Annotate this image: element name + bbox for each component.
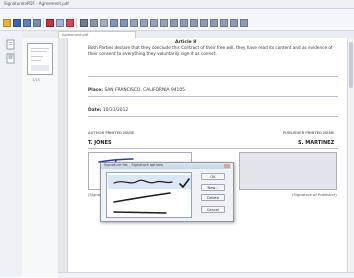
- author-printed-label: AUTHOR PRINTED NAME: [88, 130, 135, 135]
- app-window: SignatureInPDF - Agreement.pdf File Edit…: [0, 0, 354, 278]
- toolbar: [0, 16, 354, 31]
- zoom-icon[interactable]: [80, 19, 88, 27]
- sign-pen-icon[interactable]: [46, 19, 54, 27]
- new-button-label: New...: [207, 186, 219, 190]
- dialog-close-icon[interactable]: [224, 164, 230, 168]
- dialog-title: Signature list - Signature options: [104, 163, 164, 167]
- page-icon[interactable]: [100, 19, 108, 27]
- vertical-scrollbar[interactable]: [347, 38, 354, 277]
- save-icon[interactable]: [13, 19, 21, 27]
- date-value: 10/31/2012: [102, 108, 129, 113]
- save-as-icon[interactable]: [23, 19, 31, 27]
- delete-button-label: Delete: [207, 196, 219, 200]
- thumb-text-line: [31, 51, 47, 52]
- ok-button-label: OK: [210, 175, 216, 179]
- signature-list-item-selected[interactable]: [108, 175, 191, 189]
- signature-dialog: Signature list - Signature options OK Ne…: [100, 162, 234, 222]
- publisher-signature-caption: (Signature of Publisher): [292, 192, 337, 197]
- date-label: Date:: [88, 108, 102, 113]
- place-value: SAN FRANCISCO, CALIFORNIA 94105: [104, 88, 185, 93]
- certificate-icon[interactable]: [66, 19, 74, 27]
- cancel-button[interactable]: Cancel: [201, 206, 225, 213]
- window-controls: [325, 1, 352, 16]
- fit-width-icon[interactable]: [190, 19, 198, 27]
- next-page-icon[interactable]: [150, 19, 158, 27]
- dialog-title-bar: Signature list - Signature options: [101, 163, 231, 169]
- thumb-signature-area: [31, 65, 49, 71]
- agreement-paragraph: Both Parties declare that they conclude …: [88, 45, 333, 56]
- open-folder-icon[interactable]: [3, 19, 11, 27]
- checkmark-icon: [179, 178, 190, 188]
- first-page-icon[interactable]: [130, 19, 138, 27]
- page-number-label: 1/15: [32, 78, 40, 82]
- menu-bar: File Edit View Tools Help: [0, 9, 354, 25]
- thumb-text-line: [31, 48, 49, 49]
- left-sidebar: [0, 31, 23, 277]
- publisher-signature-box[interactable]: [239, 152, 337, 190]
- signature-list-item[interactable]: [108, 204, 191, 218]
- previous-page-icon[interactable]: [140, 19, 148, 27]
- new-button[interactable]: New...: [201, 184, 225, 191]
- pages-panel-icon[interactable]: [5, 35, 16, 50]
- place-field: Place: SAN FRANCISCO, CALIFORNIA 94105: [88, 88, 185, 93]
- signature-preview: [113, 178, 190, 188]
- divider: [88, 116, 338, 117]
- signature-list: [106, 172, 192, 218]
- layout-icon[interactable]: [240, 19, 248, 27]
- tab-agreement[interactable]: Agreement.pdf: [58, 31, 136, 38]
- toolbar-separator: [43, 18, 44, 28]
- title-bar: SignatureInPDF - Agreement.pdf: [0, 0, 354, 16]
- select-tool-icon[interactable]: [230, 19, 238, 27]
- app-title: SignatureInPDF - Agreement.pdf: [4, 1, 69, 6]
- bookmarks-panel-icon[interactable]: [5, 49, 16, 64]
- sum-icon[interactable]: [170, 19, 178, 27]
- thumb-text-line: [31, 60, 41, 61]
- cancel-button-label: Cancel: [206, 208, 220, 212]
- publisher-printed-label: PUBLISHER PRINTED NAME: [283, 130, 335, 135]
- tab-label: Agreement.pdf: [62, 33, 89, 37]
- divider: [88, 148, 338, 149]
- signature-preview: [113, 192, 171, 203]
- text-tool-icon[interactable]: [90, 19, 98, 27]
- toolbar-separator: [76, 18, 77, 28]
- ok-button[interactable]: OK: [201, 173, 225, 180]
- date-field: Date: 10/31/2012: [88, 108, 128, 113]
- pdf-page: Article 8 Both Parties declare that they…: [67, 38, 350, 277]
- signature-list-item[interactable]: [108, 190, 191, 204]
- divider: [88, 96, 338, 97]
- status-bar: [58, 272, 354, 278]
- delete-button[interactable]: Delete: [201, 194, 225, 201]
- signature-list-icon[interactable]: [56, 19, 64, 27]
- last-page-icon[interactable]: [160, 19, 168, 27]
- page-thumbnail[interactable]: [27, 43, 53, 75]
- signature-preview: [113, 211, 167, 214]
- fit-page-icon[interactable]: [180, 19, 188, 27]
- hand-tool-icon[interactable]: [220, 19, 228, 27]
- thumbnail-panel: 1/15: [22, 38, 59, 277]
- thumb-text-line: [31, 56, 43, 57]
- rotate-left-icon[interactable]: [110, 19, 118, 27]
- publisher-name: S. MARTINEZ: [298, 140, 335, 146]
- zoom-out-icon[interactable]: [210, 19, 218, 27]
- place-label: Place:: [88, 88, 104, 93]
- rotate-right-icon[interactable]: [120, 19, 128, 27]
- divider: [88, 76, 338, 77]
- print-icon[interactable]: [33, 19, 41, 27]
- scrollbar-thumb[interactable]: [349, 42, 353, 88]
- document-viewer: Article 8 Both Parties declare that they…: [58, 38, 354, 277]
- zoom-in-icon[interactable]: [200, 19, 208, 27]
- author-name: T. JONES: [88, 140, 112, 146]
- document-tab-strip: Agreement.pdf: [22, 31, 354, 38]
